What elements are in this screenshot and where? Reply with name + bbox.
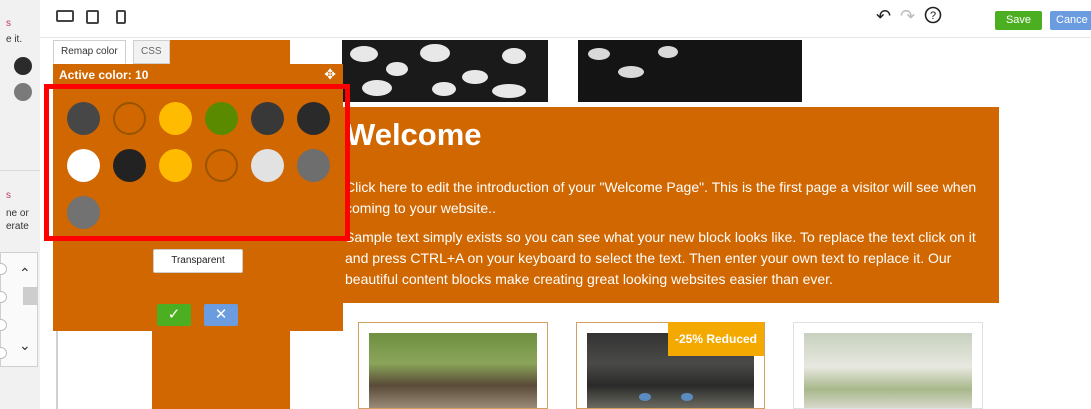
color-option-dark[interactable]: [14, 57, 32, 75]
color-swatch[interactable]: [159, 102, 192, 135]
help-circle-icon: ?: [924, 6, 942, 24]
color-swatch[interactable]: [205, 102, 238, 135]
welcome-heading[interactable]: Welcome: [346, 117, 482, 153]
save-button[interactable]: Save: [995, 11, 1042, 30]
color-swatch[interactable]: [251, 149, 284, 182]
scrollbar-thumb[interactable]: [23, 287, 37, 305]
settings-sidebar: s e it. s ne or erate ⌃ ⌄: [0, 0, 40, 409]
tablet-view-icon[interactable]: [86, 10, 99, 24]
desktop-view-icon[interactable]: [56, 10, 74, 22]
dalmatian-image[interactable]: [342, 40, 548, 102]
radio-option[interactable]: [0, 291, 7, 303]
sidebar-cut-text: erate: [6, 221, 29, 232]
color-swatch[interactable]: [67, 196, 100, 229]
scroll-down-icon[interactable]: ⌄: [19, 337, 31, 354]
phone-view-icon[interactable]: [116, 10, 126, 24]
sample-paragraph[interactable]: Sample text simply exists so you can see…: [345, 227, 995, 290]
color-option-gray[interactable]: [14, 83, 32, 101]
color-swatch[interactable]: [67, 149, 100, 182]
image-card[interactable]: [358, 322, 548, 409]
welcome-block[interactable]: Welcome Click here to edit the introduct…: [338, 107, 999, 303]
editor-toolbar: ↶ ↷ ? Save Cance: [40, 0, 1091, 38]
radio-option[interactable]: [0, 263, 7, 275]
confirm-button[interactable]: ✓: [157, 304, 191, 326]
move-icon[interactable]: ✥: [324, 66, 336, 83]
divider: [0, 170, 40, 171]
tab-remap-color[interactable]: Remap color: [53, 40, 126, 64]
kitten-eye: [681, 393, 693, 401]
sidebar-cut-text: e it.: [6, 34, 23, 45]
image-card[interactable]: [793, 322, 983, 409]
close-button[interactable]: ✕: [204, 304, 238, 326]
radio-option[interactable]: [0, 347, 7, 359]
remap-color-panel: Active color: 10 ✥ Transparent ✓ ✕: [44, 64, 350, 331]
scroll-up-icon[interactable]: ⌃: [19, 265, 31, 282]
color-swatch[interactable]: [297, 149, 330, 182]
undo-icon[interactable]: ↶: [876, 6, 891, 27]
sidebar-cut-text: ne or: [6, 208, 29, 219]
dark-photo-image[interactable]: [578, 40, 802, 102]
sidebar-cut-text: s: [6, 190, 11, 201]
puppy-photo: [804, 333, 972, 408]
check-icon: ✓: [167, 306, 181, 323]
color-swatch[interactable]: [67, 102, 100, 135]
color-swatch[interactable]: [297, 102, 330, 135]
close-icon: ✕: [214, 306, 228, 323]
radio-option[interactable]: [0, 319, 7, 331]
transparent-button[interactable]: Transparent: [153, 249, 243, 273]
kitten-photo: [369, 333, 537, 408]
discount-badge: -25% Reduced: [668, 322, 764, 356]
kitten-eye: [639, 393, 651, 401]
tab-css[interactable]: CSS: [133, 40, 170, 64]
color-swatch[interactable]: [113, 149, 146, 182]
color-swatch[interactable]: [205, 149, 238, 182]
cancel-button[interactable]: Cance: [1050, 11, 1091, 30]
help-icon[interactable]: ?: [924, 6, 942, 29]
color-panel-tabs: Remap color CSS: [53, 40, 343, 64]
color-swatch[interactable]: [251, 102, 284, 135]
sidebar-cut-text: s: [6, 18, 11, 29]
color-swatch[interactable]: [159, 149, 192, 182]
redo-icon[interactable]: ↷: [900, 6, 915, 27]
svg-text:?: ?: [930, 10, 936, 22]
option-list[interactable]: ⌃ ⌄: [0, 252, 38, 367]
intro-paragraph[interactable]: Click here to edit the introduction of y…: [345, 177, 985, 219]
color-swatch[interactable]: [113, 102, 146, 135]
active-color-label: Active color: 10: [59, 68, 149, 82]
